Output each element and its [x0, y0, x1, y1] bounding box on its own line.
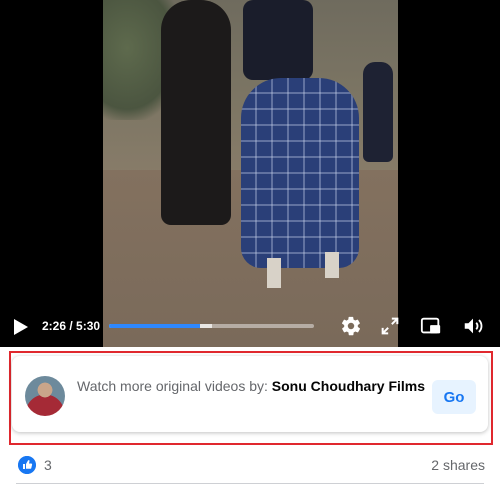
- shares-count[interactable]: 2 shares: [431, 457, 485, 473]
- fullscreen-icon[interactable]: [379, 315, 401, 337]
- promo-prefix: Watch more original videos by:: [77, 378, 268, 394]
- video-player[interactable]: 2:26 / 5:30: [0, 0, 500, 347]
- time-separator: /: [66, 319, 77, 333]
- video-scene-person-top: [243, 0, 313, 80]
- reactions-bar: 3 2 shares: [0, 450, 500, 480]
- video-scene-person-blue: [241, 78, 359, 268]
- progress-bar[interactable]: [109, 324, 314, 328]
- play-icon[interactable]: [14, 319, 28, 335]
- video-scene-leg: [267, 258, 281, 288]
- page-name-link[interactable]: Sonu Choudhary Films: [272, 378, 425, 394]
- creator-promo-card: Watch more original videos by: Sonu Chou…: [12, 356, 488, 432]
- progress-played: [109, 324, 200, 328]
- video-scene-person-dark: [161, 0, 231, 225]
- current-time: 2:26: [42, 319, 67, 333]
- picture-in-picture-icon[interactable]: [420, 315, 442, 337]
- duration: 5:30: [76, 319, 101, 333]
- like-icon[interactable]: [18, 456, 36, 474]
- avatar[interactable]: [25, 376, 65, 416]
- volume-icon[interactable]: [462, 315, 484, 337]
- settings-gear-icon[interactable]: [340, 315, 362, 337]
- video-controls: 2:26 / 5:30: [0, 310, 500, 342]
- video-scene-leg: [325, 252, 339, 278]
- promo-text: Watch more original videos by: Sonu Chou…: [77, 376, 427, 396]
- video-frame[interactable]: [103, 0, 398, 347]
- video-scene-child: [363, 62, 393, 162]
- time-display: 2:26 / 5:30: [42, 319, 100, 333]
- like-count[interactable]: 3: [44, 457, 52, 473]
- divider: [16, 483, 484, 484]
- go-button[interactable]: Go: [432, 380, 476, 414]
